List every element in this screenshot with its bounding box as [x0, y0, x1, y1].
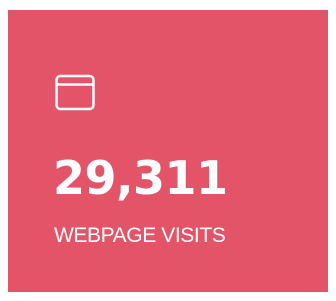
browser-window-icon: [55, 73, 95, 113]
stat-card: 29,311 WEBPAGE VISITS: [8, 10, 328, 292]
stat-value: 29,311: [53, 151, 228, 205]
stat-label: WEBPAGE VISITS: [54, 224, 226, 247]
